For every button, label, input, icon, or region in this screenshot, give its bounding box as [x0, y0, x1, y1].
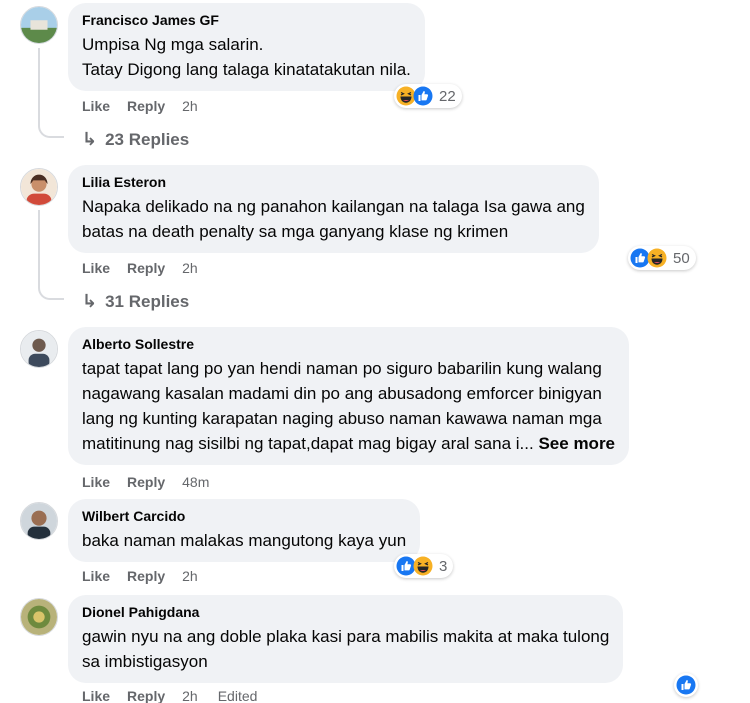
- reply-arrow-icon: ↳: [82, 129, 98, 149]
- comment-text: gawin nyu na ang doble plaka kasi para m…: [82, 624, 609, 674]
- haha-reaction-icon: [647, 248, 667, 268]
- comment-author[interactable]: Lilia Esteron: [82, 173, 585, 192]
- comment-bubble: Francisco James GF Umpisa Ng mga salarin…: [68, 3, 425, 91]
- see-more-link[interactable]: See more: [538, 434, 615, 453]
- replies-count-label: 31 Replies: [105, 291, 190, 311]
- thread-connector-line: [38, 210, 40, 288]
- haha-reaction-icon: [413, 556, 433, 576]
- reply-arrow-icon: ↳: [82, 291, 98, 311]
- avatar[interactable]: [20, 598, 58, 636]
- reply-button[interactable]: Reply: [127, 260, 165, 276]
- like-reaction-icon: [413, 86, 433, 106]
- comment-text-line: Napaka delikado na ng panahon kailangan …: [82, 197, 585, 216]
- avatar[interactable]: [20, 502, 58, 540]
- avatar-landscape-icon: [21, 7, 57, 43]
- reaction-summary[interactable]: 22: [394, 84, 462, 108]
- thread-connector-curve: [38, 124, 64, 138]
- comment-text-line: sa imbistigasyon: [82, 652, 208, 671]
- edited-label: Edited: [217, 688, 258, 703]
- comment-text-line: matitinung nag sisilbi ng tapat,dapat ma…: [82, 431, 615, 456]
- comment-bubble: Alberto Sollestre tapat tapat lang po ya…: [68, 327, 630, 465]
- comment-text-truncated: matitinung nag sisilbi ng tapat,dapat ma…: [82, 434, 534, 453]
- reaction-count: 50: [673, 249, 690, 267]
- comment-actions: Like Reply 2h Edited: [82, 688, 257, 703]
- view-replies-link[interactable]: ↳ 23 Replies: [82, 129, 189, 150]
- avatar-emblem-icon: [21, 599, 57, 635]
- comment-text-line: baka naman malakas mangutong kaya yun: [82, 531, 407, 550]
- comment-text: baka naman malakas mangutong kaya yun: [82, 528, 406, 553]
- reaction-summary[interactable]: 3: [394, 554, 454, 578]
- comment-actions: Like Reply 2h: [82, 260, 218, 276]
- reply-button[interactable]: Reply: [127, 568, 165, 584]
- comment-text-line: Umpisa Ng mga salarin.: [82, 35, 264, 54]
- comment-thread: Francisco James GF Umpisa Ng mga salarin…: [0, 0, 750, 703]
- comment-bubble: Wilbert Carcido baka naman malakas mangu…: [68, 499, 421, 562]
- replies-count-label: 23 Replies: [105, 129, 190, 149]
- avatar[interactable]: [20, 330, 58, 368]
- like-button[interactable]: Like: [82, 568, 110, 584]
- comment-timestamp[interactable]: 2h: [182, 260, 198, 276]
- comment-text-line: tapat tapat lang po yan hendi naman po s…: [82, 359, 602, 378]
- comment-actions: Like Reply 2h: [82, 98, 218, 114]
- reply-button[interactable]: Reply: [127, 474, 165, 490]
- like-button[interactable]: Like: [82, 688, 110, 703]
- avatar-person-icon: [21, 503, 57, 539]
- comment-text-line: gawin nyu na ang doble plaka kasi para m…: [82, 627, 610, 646]
- comment-text-line: Tatay Digong lang talaga kinatatakutan n…: [82, 60, 411, 79]
- like-button[interactable]: Like: [82, 260, 110, 276]
- reaction-summary[interactable]: [674, 673, 698, 697]
- thread-connector-curve: [38, 286, 64, 300]
- comment-author[interactable]: Alberto Sollestre: [82, 335, 615, 354]
- comment-text: Napaka delikado na ng panahon kailangan …: [82, 194, 585, 244]
- reply-button[interactable]: Reply: [127, 98, 165, 114]
- like-button[interactable]: Like: [82, 474, 110, 490]
- comment-actions: Like Reply 48m: [82, 474, 229, 490]
- thread-connector-line: [38, 48, 40, 126]
- reaction-summary[interactable]: 50: [628, 246, 696, 270]
- comment-text: tapat tapat lang po yan hendi naman po s…: [82, 356, 615, 456]
- avatar-person-icon: [21, 169, 57, 205]
- comment-author[interactable]: Dionel Pahigdana: [82, 603, 609, 622]
- comment-actions: Like Reply 2h: [82, 568, 218, 584]
- comment-author[interactable]: Wilbert Carcido: [82, 507, 406, 526]
- reaction-count: 3: [439, 557, 448, 575]
- reaction-count: 22: [439, 87, 456, 105]
- comment-timestamp[interactable]: 2h: [182, 688, 198, 703]
- like-reaction-icon: [676, 675, 696, 695]
- comment-author[interactable]: Francisco James GF: [82, 11, 411, 30]
- comment-timestamp[interactable]: 48m: [182, 474, 209, 490]
- view-replies-link[interactable]: ↳ 31 Replies: [82, 291, 189, 312]
- comment-text-line: batas na death penalty sa mga ganyang kl…: [82, 222, 509, 241]
- reply-button[interactable]: Reply: [127, 688, 165, 703]
- comment-timestamp[interactable]: 2h: [182, 98, 198, 114]
- comment-text-line: lang ng kunting karapatan naging abuso n…: [82, 409, 602, 428]
- comment-bubble: Lilia Esteron Napaka delikado na ng pana…: [68, 165, 599, 253]
- avatar[interactable]: [20, 6, 58, 44]
- comment-text: Umpisa Ng mga salarin. Tatay Digong lang…: [82, 32, 411, 82]
- comment-bubble: Dionel Pahigdana gawin nyu na ang doble …: [68, 595, 624, 683]
- avatar-person-icon: [21, 331, 57, 367]
- like-button[interactable]: Like: [82, 98, 110, 114]
- avatar[interactable]: [20, 168, 58, 206]
- comment-text-line: nagawang kasalan madami din po ang abusa…: [82, 384, 602, 403]
- comment-timestamp[interactable]: 2h: [182, 568, 198, 584]
